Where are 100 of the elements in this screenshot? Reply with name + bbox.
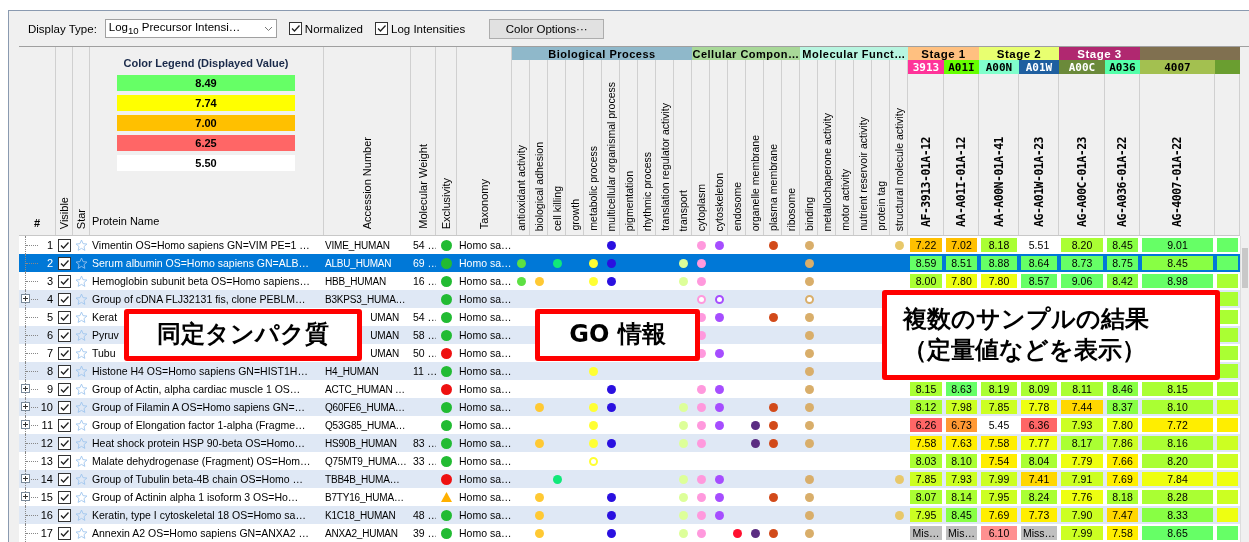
row-number: 9 [46,383,54,395]
accession-number: H4_HUMAN [325,365,379,377]
legend-title: Color Legend (Displayed Value) [122,57,290,69]
row-number: 16 [40,509,54,521]
protein-name: Kerat [92,311,118,323]
protein-name: Group of Actinin alpha 1 isoform 3 OS=Ho… [92,491,299,503]
taxonomy: Homo sa… [458,437,512,449]
taxonomy: Homo sa… [458,275,512,287]
protein-name: Malate dehydrogenase (Fragment) OS=Hom… [92,455,311,467]
value-cell: 8.45 [1142,256,1213,270]
value-cell: 9.01 [1142,238,1213,252]
taxonomy: Homo sa… [458,509,512,521]
value-cell: 7.80 [1107,418,1138,432]
value-cell: 7.22 [910,238,942,252]
accession-number: UMAN [370,347,399,359]
value-cell: 8.20 [1142,454,1213,468]
value-cell: 8.15 [1142,382,1213,396]
value-cell: 6.10 [981,526,1017,540]
value-cell: 7.80 [946,274,977,288]
callout-tooltip: 同定タンパク質 [124,309,362,361]
protein-name: Pyruv [92,329,119,341]
value-cell: 8.03 [910,454,942,468]
value-cell: 7.47 [1107,508,1138,522]
row-number: 1 [46,239,54,251]
value-cell: 7.72 [1142,418,1213,432]
molecular-weight: 48 … [413,509,436,521]
checkbox-label: Log Intensities [391,22,466,35]
value-cell: 7.44 [1061,400,1103,414]
value-cell: 8.73 [1061,256,1103,270]
taxonomy: Homo sa… [458,383,512,395]
value-cell: 8.18 [981,238,1017,252]
value-cell: 7.99 [981,472,1017,486]
taxonomy: Homo sa… [458,239,512,251]
value-cell: 7.41 [1021,472,1057,486]
group-header: Cellular Compon… [692,47,800,60]
molecular-weight: 11 … [413,365,436,377]
checkbox-label: Normalized [304,22,363,35]
value-cell: 8.45 [946,508,977,522]
molecular-weight: 69 … [413,257,436,269]
taxonomy: Homo sa… [458,347,512,359]
row-number: 4 [46,293,54,305]
taxonomy: Homo sa… [458,329,512,341]
value-cell: 8.51 [946,256,977,270]
accession-number: UMAN [370,329,399,341]
sample-code: A01W [1019,60,1059,74]
value-cell: 8.59 [910,256,942,270]
value-cell: 8.98 [1142,274,1213,288]
value-cell: 7.95 [981,490,1017,504]
value-cell: 8.11 [1061,382,1103,396]
value-cell: 7.77 [1021,436,1057,450]
taxonomy: Homo sa… [458,311,512,323]
value-cell: 7.90 [1061,508,1103,522]
row-number: 12 [40,437,54,449]
taxonomy: Homo sa… [458,455,512,467]
value-cell: 6.36 [1021,418,1057,432]
value-cell: 7.76 [1061,490,1103,504]
value-cell: 7.69 [1107,472,1138,486]
value-cell: Mis… [910,526,942,540]
row-number: 13 [40,455,54,467]
value-cell: 7.58 [981,436,1017,450]
molecular-weight: 50 … [413,347,436,359]
taxonomy: Homo sa… [458,293,512,305]
taxonomy: Homo sa… [458,527,512,539]
protein-name: Annexin A2 OS=Homo sapiens GN=ANXA2 … [92,527,310,539]
row-number: 11 [41,419,54,431]
value-cell: 7.99 [1061,526,1103,540]
value-cell: 8.33 [1142,508,1213,522]
molecular-weight: 58 … [413,329,436,341]
value-cell: 8.04 [1021,454,1057,468]
sample-code: A00N [979,60,1019,74]
value-cell: 7.73 [1021,508,1057,522]
value-cell: 8.88 [981,256,1017,270]
value-cell: 8.17 [1061,436,1103,450]
taxonomy: Homo sa… [458,401,512,413]
row-number: 8 [46,365,54,377]
molecular-weight: 54 … [413,311,436,323]
row-number: 7 [46,347,54,359]
value-cell: 7.98 [946,400,977,414]
accession-number: VIME_HUMAN [325,239,390,251]
value-cell: 7.78 [1021,400,1057,414]
row-number: 5 [46,311,54,323]
accession-number: ALBU_HUMAN [325,257,392,269]
sample-code: A036 [1105,60,1140,74]
accession-number: TBB4B_HUMA… [325,473,400,485]
protein-name: Group of Elongation factor 1-alpha (Fragme… [92,419,306,431]
value-cell: 8.24 [1021,490,1057,504]
value-cell: 7.86 [1107,436,1138,450]
accession-number: Q60FE6_HUMA… [325,401,405,413]
accession-number: UMAN [370,311,399,323]
row-number: 15 [40,491,54,503]
value-cell: 7.91 [1061,472,1103,486]
value-cell: 6.73 [946,418,977,432]
protein-name: Histone H4 OS=Homo sapiens GN=HIST1H… [92,365,308,377]
molecular-weight: 16 … [413,275,436,287]
value-cell: 8.07 [910,490,942,504]
molecular-weight: 54 … [413,239,436,251]
value-cell: 8.65 [1142,526,1213,540]
value-cell: 8.64 [1021,256,1057,270]
value-cell: 7.80 [981,274,1017,288]
value-cell: 7.85 [981,400,1017,414]
